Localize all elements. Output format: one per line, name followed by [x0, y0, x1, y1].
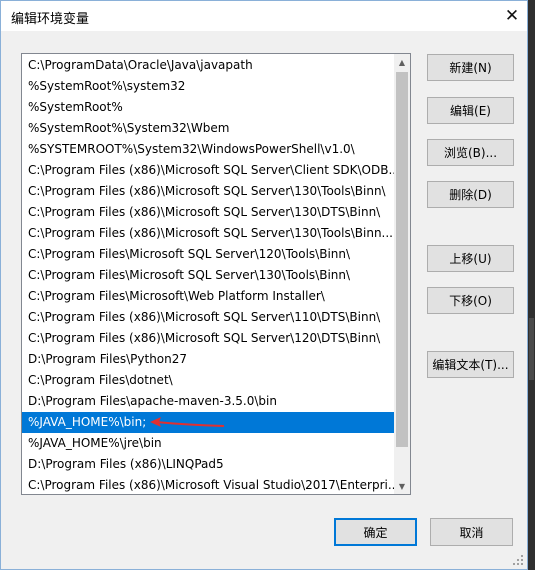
list-item-text: C:\Program Files (x86)\Microsoft Visual … [28, 478, 394, 492]
close-icon[interactable]: ✕ [497, 1, 527, 31]
list-item-text: C:\Program Files (x86)\Microsoft SQL Ser… [28, 205, 381, 219]
list-item[interactable]: D:\Program Files\apache-maven-3.5.0\bin [22, 391, 394, 412]
list-item[interactable]: C:\Program Files (x86)\Microsoft SQL Ser… [22, 160, 394, 181]
dialog-title: 编辑环境变量 [11, 12, 90, 27]
list-item-text: C:\Program Files (x86)\Microsoft SQL Ser… [28, 310, 381, 324]
background-window-edge [528, 0, 535, 570]
background-scroll-tab [529, 318, 534, 380]
browse-button[interactable]: 浏览(B)... [427, 139, 514, 166]
list-item-text: C:\Program Files\dotnet\ [28, 373, 173, 387]
list-item-text: %SYSTEMROOT%\System32\WindowsPowerShell\… [28, 142, 355, 156]
resize-grip-icon[interactable] [512, 554, 524, 566]
list-item[interactable]: %SYSTEMROOT%\System32\WindowsPowerShell\… [22, 139, 394, 160]
list-item-text: %SystemRoot%\System32\Wbem [28, 121, 230, 135]
list-item[interactable]: %SystemRoot%\System32\Wbem [22, 118, 394, 139]
list-item-text: C:\Program Files\Microsoft\Web Platform … [28, 289, 325, 303]
list-item[interactable]: C:\Program Files\Microsoft SQL Server\12… [22, 244, 394, 265]
list-item[interactable]: C:\Program Files (x86)\Microsoft SQL Ser… [22, 328, 394, 349]
list-item-text: C:\Program Files (x86)\Microsoft SQL Ser… [28, 184, 386, 198]
list-item-text: C:\Program Files (x86)\Microsoft SQL Ser… [28, 226, 393, 240]
move-down-button[interactable]: 下移(O) [427, 287, 514, 314]
list-item-text: %SystemRoot%\system32 [28, 79, 186, 93]
path-items: C:\ProgramData\Oracle\Java\javapath %Syst… [22, 55, 394, 494]
list-item-text: D:\Program Files\apache-maven-3.5.0\bin [28, 394, 277, 408]
list-item-text: C:\Program Files\Microsoft SQL Server\12… [28, 247, 351, 261]
vertical-scrollbar[interactable]: ▲ ▼ [394, 54, 410, 494]
scroll-up-icon[interactable]: ▲ [394, 54, 410, 70]
list-item-text: C:\Program Files\Microsoft SQL Server\13… [28, 268, 351, 282]
list-item-text: D:\Program Files (x86)\LINQPad5 [28, 457, 224, 471]
list-item-text: %JAVA_HOME%\bin; [28, 415, 147, 429]
list-item-text: C:\Program Files (x86)\Microsoft SQL Ser… [28, 331, 381, 345]
new-button[interactable]: 新建(N) [427, 54, 514, 81]
list-item[interactable]: C:\Program Files (x86)\Microsoft SQL Ser… [22, 307, 394, 328]
list-item[interactable]: C:\Program Files\dotnet\ [22, 370, 394, 391]
edit-env-var-dialog: 编辑环境变量 ✕ C:\ProgramData\Oracle\Java\java… [0, 0, 528, 570]
list-item[interactable]: %SystemRoot% [22, 97, 394, 118]
move-up-button[interactable]: 上移(U) [427, 245, 514, 272]
list-item-text: %JAVA_HOME%\jre\bin [28, 436, 162, 450]
delete-button[interactable]: 删除(D) [427, 181, 514, 208]
list-item[interactable]: C:\Program Files (x86)\Microsoft SQL Ser… [22, 202, 394, 223]
edit-text-button[interactable]: 编辑文本(T)... [427, 351, 514, 378]
cancel-button[interactable]: 取消 [430, 518, 513, 546]
list-item[interactable]: D:\Program Files\Python27 [22, 349, 394, 370]
list-item-text: C:\ProgramData\Oracle\Java\javapath [28, 58, 253, 72]
list-item[interactable]: C:\Program Files (x86)\Microsoft Visual … [22, 475, 394, 494]
list-item[interactable]: C:\Program Files (x86)\Microsoft SQL Ser… [22, 181, 394, 202]
list-item[interactable]: C:\Program Files (x86)\Microsoft SQL Ser… [22, 223, 394, 244]
list-item[interactable]: C:\Program Files\Microsoft\Web Platform … [22, 286, 394, 307]
path-list[interactable]: C:\ProgramData\Oracle\Java\javapath %Syst… [21, 53, 411, 495]
annotation-arrow-icon [150, 417, 225, 427]
scroll-down-icon[interactable]: ▼ [394, 478, 410, 494]
scroll-thumb[interactable] [396, 72, 408, 447]
list-item[interactable]: D:\Program Files (x86)\LINQPad5 [22, 454, 394, 475]
list-item[interactable]: %SystemRoot%\system32 [22, 76, 394, 97]
list-item[interactable]: %JAVA_HOME%\bin; [22, 412, 394, 433]
title-bar: 编辑环境变量 ✕ [1, 1, 527, 31]
list-item-text: D:\Program Files\Python27 [28, 352, 188, 366]
list-item-text: C:\Program Files (x86)\Microsoft SQL Ser… [28, 163, 394, 177]
list-item[interactable]: C:\Program Files\Microsoft SQL Server\13… [22, 265, 394, 286]
list-item[interactable]: C:\ProgramData\Oracle\Java\javapath [22, 55, 394, 76]
list-item-text: %SystemRoot% [28, 100, 123, 114]
ok-button[interactable]: 确定 [334, 518, 417, 546]
edit-button[interactable]: 编辑(E) [427, 97, 514, 124]
list-item[interactable]: %JAVA_HOME%\jre\bin [22, 433, 394, 454]
